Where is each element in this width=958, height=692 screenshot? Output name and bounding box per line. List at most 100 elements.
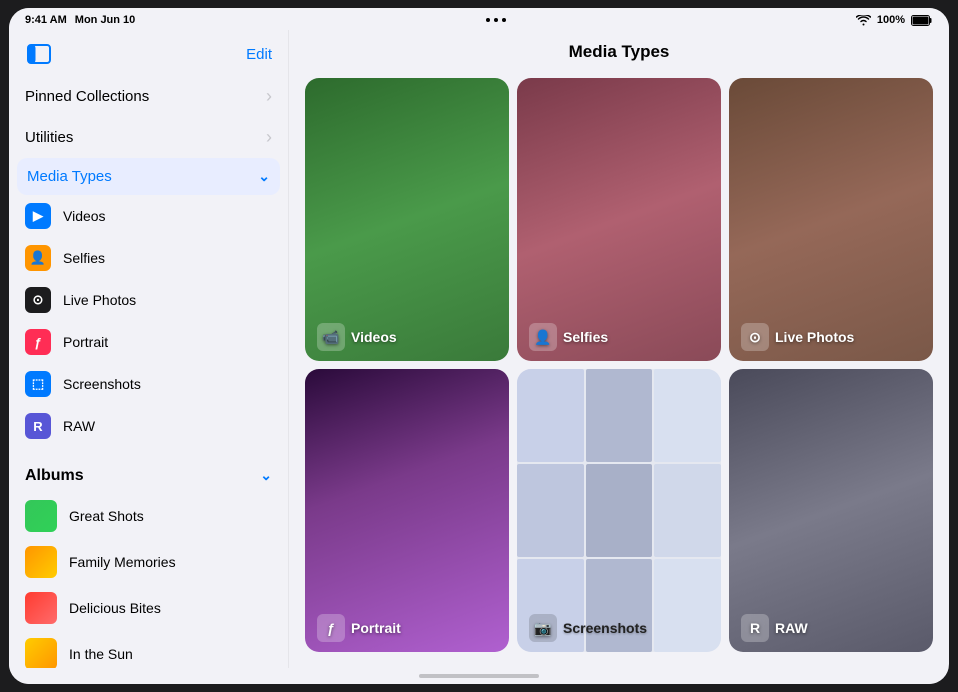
status-center	[486, 18, 506, 22]
videos-icon: ▶	[25, 203, 51, 229]
pinned-chevron-icon	[266, 86, 272, 107]
screenshots-inner-grid	[517, 369, 721, 652]
album-label-family-memories: Family Memories	[69, 554, 176, 570]
screenshots-icon: ⬚	[25, 371, 51, 397]
screenshot-cell-1	[586, 369, 653, 462]
tile-label-raw: R RAW	[741, 614, 808, 642]
sidebar-item-videos[interactable]: ▶ Videos	[9, 195, 288, 237]
status-right: 100%	[856, 14, 933, 26]
home-bar	[419, 674, 539, 678]
tile-raw[interactable]: R RAW	[729, 369, 933, 652]
tile-label-portrait: ƒ Portrait	[317, 614, 401, 642]
delicious-bites-thumb	[25, 592, 57, 624]
screenshot-cell-4	[586, 464, 653, 557]
tile-label-videos: 📹 Videos	[317, 323, 397, 351]
utilities-chevron-icon	[266, 127, 272, 148]
screenshot-cell-5	[654, 464, 721, 557]
tile-label-livephotos: ⊙ Live Photos	[741, 323, 854, 351]
tile-portrait[interactable]: ƒ Portrait	[305, 369, 509, 652]
status-bar: 9:41 AM Mon Jun 10 100%	[9, 8, 949, 30]
tile-videos[interactable]: 📹 Videos	[305, 78, 509, 361]
sidebar: Edit Pinned Collections Utilities Media …	[9, 30, 289, 668]
screenshot-cell-2	[654, 369, 721, 462]
tile-livephotos[interactable]: ⊙ Live Photos	[729, 78, 933, 361]
album-label-delicious-bites: Delicious Bites	[69, 600, 161, 616]
albums-section: Albums Great Shots Family Memories Delic…	[9, 455, 288, 668]
tile-label-screenshots: 📷 Screenshots	[529, 614, 647, 642]
portrait-icon: ƒ	[25, 329, 51, 355]
media-menu: ▶ Videos 👤 Selfies ⊙ Live Photos ƒ Portr…	[9, 195, 288, 447]
tile-icon-screenshots: 📷	[529, 614, 557, 642]
sidebar-item-portrait[interactable]: ƒ Portrait	[9, 321, 288, 363]
album-label-great-shots: Great Shots	[69, 508, 144, 524]
sidebar-item-label-portrait: Portrait	[63, 334, 108, 350]
albums-header: Albums	[9, 459, 288, 493]
tile-icon-raw: R	[741, 614, 769, 642]
great-shots-thumb	[25, 500, 57, 532]
media-grid: 📹 Videos 👤 Selfies ⊙ Live Photos ƒ Portr…	[289, 70, 949, 668]
albums-chevron-icon	[260, 467, 272, 485]
tile-text-selfies: Selfies	[563, 329, 608, 345]
app-container: Edit Pinned Collections Utilities Media …	[9, 30, 949, 668]
media-types-chevron-icon	[258, 168, 270, 185]
status-left: 9:41 AM Mon Jun 10	[25, 14, 135, 26]
screenshot-cell-8	[654, 559, 721, 652]
album-item-delicious-bites[interactable]: Delicious Bites	[9, 585, 288, 631]
tile-text-screenshots: Screenshots	[563, 620, 647, 636]
sidebar-item-label-livephotos: Live Photos	[63, 292, 136, 308]
sidebar-item-label-videos: Videos	[63, 208, 106, 224]
tile-icon-livephotos: ⊙	[741, 323, 769, 351]
tile-icon-videos: 📹	[317, 323, 345, 351]
date-label: Mon Jun 10	[75, 14, 136, 26]
sidebar-item-screenshots[interactable]: ⬚ Screenshots	[9, 363, 288, 405]
raw-icon: R	[25, 413, 51, 439]
edit-button[interactable]: Edit	[246, 46, 272, 63]
pinned-collections-label: Pinned Collections	[25, 88, 149, 105]
tile-text-livephotos: Live Photos	[775, 329, 854, 345]
ipad-frame: 9:41 AM Mon Jun 10 100%	[9, 8, 949, 684]
battery-label: 100%	[877, 14, 905, 26]
sidebar-item-label-selfies: Selfies	[63, 250, 105, 266]
battery-icon	[911, 15, 933, 26]
utilities-label: Utilities	[25, 129, 73, 146]
in-the-sun-thumb	[25, 638, 57, 668]
sidebar-item-label-raw: RAW	[63, 418, 95, 434]
media-types-item[interactable]: Media Types	[17, 158, 280, 195]
sidebar-item-livephotos[interactable]: ⊙ Live Photos	[9, 279, 288, 321]
album-item-family-memories[interactable]: Family Memories	[9, 539, 288, 585]
sidebar-item-raw[interactable]: R RAW	[9, 405, 288, 447]
sidebar-header: Edit	[9, 30, 288, 76]
tile-screenshots[interactable]: 📷 Screenshots	[517, 369, 721, 652]
time-label: 9:41 AM	[25, 14, 67, 26]
tile-selfies[interactable]: 👤 Selfies	[517, 78, 721, 361]
sidebar-item-selfies[interactable]: 👤 Selfies	[9, 237, 288, 279]
album-label-in-the-sun: In the Sun	[69, 646, 133, 662]
album-item-great-shots[interactable]: Great Shots	[9, 493, 288, 539]
sidebar-toggle-button[interactable]	[25, 40, 53, 68]
family-memories-thumb	[25, 546, 57, 578]
dot1	[486, 18, 490, 22]
pinned-collections-item[interactable]: Pinned Collections	[9, 76, 288, 117]
home-indicator	[9, 668, 949, 684]
tile-icon-selfies: 👤	[529, 323, 557, 351]
utilities-item[interactable]: Utilities	[9, 117, 288, 158]
screenshot-cell-3	[517, 464, 584, 557]
selfies-icon: 👤	[25, 245, 51, 271]
media-types-label: Media Types	[27, 168, 112, 185]
screenshot-cell-0	[517, 369, 584, 462]
tile-text-videos: Videos	[351, 329, 397, 345]
albums-list: Great Shots Family Memories Delicious Bi…	[9, 493, 288, 668]
livephotos-icon: ⊙	[25, 287, 51, 313]
tile-icon-portrait: ƒ	[317, 614, 345, 642]
tile-text-raw: RAW	[775, 620, 808, 636]
sidebar-item-label-screenshots: Screenshots	[63, 376, 141, 392]
main-content: Media Types 📹 Videos 👤 Selfies ⊙ Live Ph…	[289, 30, 949, 668]
dot2	[494, 18, 498, 22]
albums-label: Albums	[25, 467, 84, 485]
tile-text-portrait: Portrait	[351, 620, 401, 636]
album-item-in-the-sun[interactable]: In the Sun	[9, 631, 288, 668]
tile-label-selfies: 👤 Selfies	[529, 323, 608, 351]
wifi-icon	[856, 15, 871, 26]
dot3	[502, 18, 506, 22]
content-title: Media Types	[289, 30, 949, 70]
